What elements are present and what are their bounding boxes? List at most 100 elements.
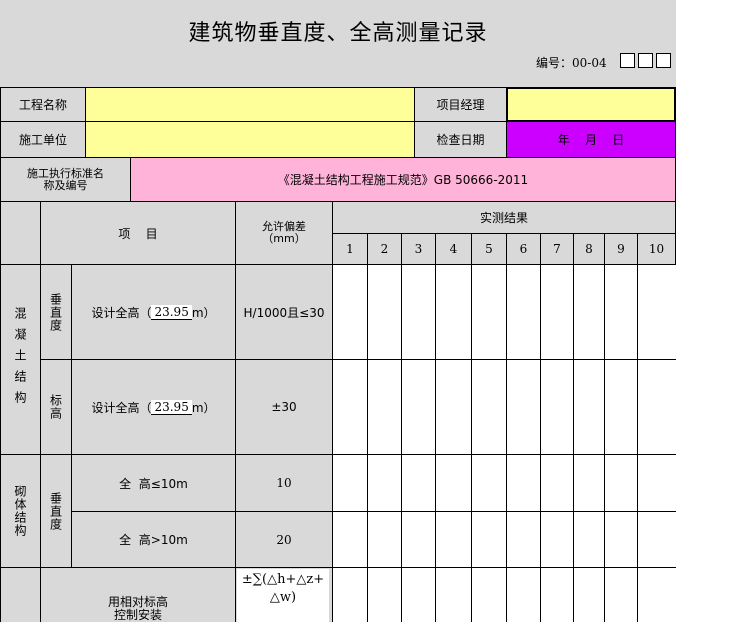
last-row-result-cell-4[interactable]	[435, 567, 472, 622]
standard-label: 施工执行标准名称及编号	[0, 157, 131, 202]
masonry-row2-result-cell-9[interactable]	[604, 511, 638, 568]
concrete-verticality-result-cell-5[interactable]	[471, 264, 507, 360]
masonry-row2-result-cell-8[interactable]	[573, 511, 605, 568]
concrete-elevation-result-cell-3[interactable]	[401, 359, 436, 455]
last-row-item-line2: 控制安装	[113, 608, 162, 622]
construction-unit-cell[interactable]	[85, 121, 415, 158]
concrete-verticality-tolerance: H/1000且≤30	[235, 264, 333, 360]
masonry-row2-result-cell-4[interactable]	[435, 511, 472, 568]
masonry-verticality-label: 垂直度	[40, 454, 72, 568]
item-header: 项 目	[40, 201, 236, 265]
masonry-row2-result-cell-1[interactable]	[332, 511, 368, 568]
masonry-row2-result-cell-5[interactable]	[471, 511, 507, 568]
masonry-row2-result-cell-6[interactable]	[506, 511, 541, 568]
last-row-result-cell-3[interactable]	[401, 567, 436, 622]
last-row-result-cell-1[interactable]	[332, 567, 368, 622]
project-manager-cell[interactable]	[506, 87, 676, 122]
concrete-verticality-result-cell-2[interactable]	[367, 264, 402, 360]
col-header-10: 10	[637, 233, 676, 265]
col-header-5: 5	[471, 233, 507, 265]
concrete-elevation-result-cell-2[interactable]	[367, 359, 402, 455]
concrete-group-label: 混凝土结构	[0, 264, 41, 455]
spreadsheet-sheet: 建筑物垂直度、全高测量记录 编号：00-04 工程名称 项目经理 施工单位 检查…	[0, 0, 676, 622]
inspection-date-label: 检查日期	[414, 121, 507, 158]
last-row-result-cell-6[interactable]	[506, 567, 541, 622]
last-row-result-cell-7[interactable]	[540, 567, 574, 622]
doc-number-label: 编号：00-04	[536, 56, 607, 70]
masonry-row1-result-cell-4[interactable]	[435, 454, 472, 512]
masonry-row1-result-cell-8[interactable]	[573, 454, 605, 512]
project-name-cell[interactable]	[85, 87, 415, 122]
concrete-elevation-result-cell-6[interactable]	[506, 359, 541, 455]
results-header: 实测结果	[332, 201, 676, 234]
last-row-result-cell-8[interactable]	[573, 567, 605, 622]
concrete-verticality-prefix: 设计全高（	[91, 305, 152, 320]
masonry-row1-result-cell-5[interactable]	[471, 454, 507, 512]
concrete-verticality-result-cell-10[interactable]	[637, 264, 676, 360]
last-row-result-cell-10[interactable]	[637, 567, 676, 622]
concrete-verticality-item: 设计全高（ 23.95 m）	[71, 264, 236, 360]
standard-cell[interactable]: 《混凝土结构工程施工规范》GB 50666-2011	[130, 157, 676, 202]
concrete-verticality-result-cell-1[interactable]	[332, 264, 368, 360]
masonry-row1-result-cell-2[interactable]	[367, 454, 402, 512]
masonry-row1-item: 全 高≤10m	[71, 454, 236, 512]
col-header-8: 8	[573, 233, 605, 265]
masonry-row1-result-cell-1[interactable]	[332, 454, 368, 512]
concrete-verticality-result-cell-4[interactable]	[435, 264, 472, 360]
last-row-group	[0, 567, 41, 622]
concrete-verticality-result-cell-3[interactable]	[401, 264, 436, 360]
doc-number-box-1[interactable]	[620, 53, 635, 68]
concrete-elevation-result-cell-10[interactable]	[637, 359, 676, 455]
last-row-tolerance-textbox[interactable]: ±∑(△h+△z+ △w)	[237, 569, 329, 622]
concrete-verticality-result-cell-9[interactable]	[604, 264, 638, 360]
last-row-result-cell-9[interactable]	[604, 567, 638, 622]
concrete-elevation-prefix: 设计全高（	[91, 400, 152, 415]
masonry-row1-result-cell-3[interactable]	[401, 454, 436, 512]
masonry-row1-result-cell-9[interactable]	[604, 454, 638, 512]
concrete-verticality-height-input[interactable]: 23.95	[151, 304, 192, 320]
last-row-tolerance-line1: ±∑(△h+△z+	[241, 572, 325, 587]
col-header-6: 6	[506, 233, 541, 265]
project-manager-label: 项目经理	[414, 87, 507, 122]
doc-number-box-3[interactable]	[656, 53, 671, 68]
inspection-date-cell[interactable]: 年 月 日	[506, 121, 676, 158]
concrete-elevation-suffix: m）	[191, 400, 216, 415]
concrete-verticality-suffix: m）	[191, 305, 216, 320]
concrete-elevation-result-cell-7[interactable]	[540, 359, 574, 455]
col-header-7: 7	[540, 233, 574, 265]
masonry-row2-result-cell-3[interactable]	[401, 511, 436, 568]
concrete-verticality-result-cell-6[interactable]	[506, 264, 541, 360]
masonry-row2-result-cell-7[interactable]	[540, 511, 574, 568]
last-row-result-cell-2[interactable]	[367, 567, 402, 622]
last-row-result-cell-5[interactable]	[471, 567, 507, 622]
masonry-row2-result-cell-10[interactable]	[637, 511, 676, 568]
group-header-blank	[0, 201, 41, 265]
masonry-row1-result-cell-7[interactable]	[540, 454, 574, 512]
last-row-tolerance-cell: ±∑(△h+△z+ △w)	[235, 567, 333, 622]
col-header-2: 2	[367, 233, 402, 265]
tolerance-header: 允许偏差 （mm）	[235, 201, 333, 265]
masonry-row2-result-cell-2[interactable]	[367, 511, 402, 568]
concrete-verticality-result-cell-8[interactable]	[573, 264, 605, 360]
concrete-elevation-result-cell-5[interactable]	[471, 359, 507, 455]
masonry-row1-result-cell-6[interactable]	[506, 454, 541, 512]
concrete-elevation-height-input[interactable]: 23.95	[151, 399, 192, 415]
concrete-elevation-result-cell-9[interactable]	[604, 359, 638, 455]
masonry-row2-item: 全 高>10m	[71, 511, 236, 568]
concrete-elevation-result-cell-1[interactable]	[332, 359, 368, 455]
masonry-row1-tolerance: 10	[235, 454, 333, 512]
masonry-row1-result-cell-10[interactable]	[637, 454, 676, 512]
concrete-elevation-result-cell-4[interactable]	[435, 359, 472, 455]
col-header-9: 9	[604, 233, 638, 265]
concrete-elevation-result-cell-8[interactable]	[573, 359, 605, 455]
project-name-label: 工程名称	[0, 87, 86, 122]
col-header-3: 3	[401, 233, 436, 265]
concrete-elevation-tolerance: ±30	[235, 359, 333, 455]
masonry-group-label: 砌体结构	[0, 454, 41, 568]
tolerance-header-line2: （mm）	[262, 232, 306, 245]
construction-unit-label: 施工单位	[0, 121, 86, 158]
concrete-verticality-result-cell-7[interactable]	[540, 264, 574, 360]
form-title: 建筑物垂直度、全高测量记录	[188, 21, 488, 46]
col-header-1: 1	[332, 233, 368, 265]
doc-number-box-2[interactable]	[638, 53, 653, 68]
